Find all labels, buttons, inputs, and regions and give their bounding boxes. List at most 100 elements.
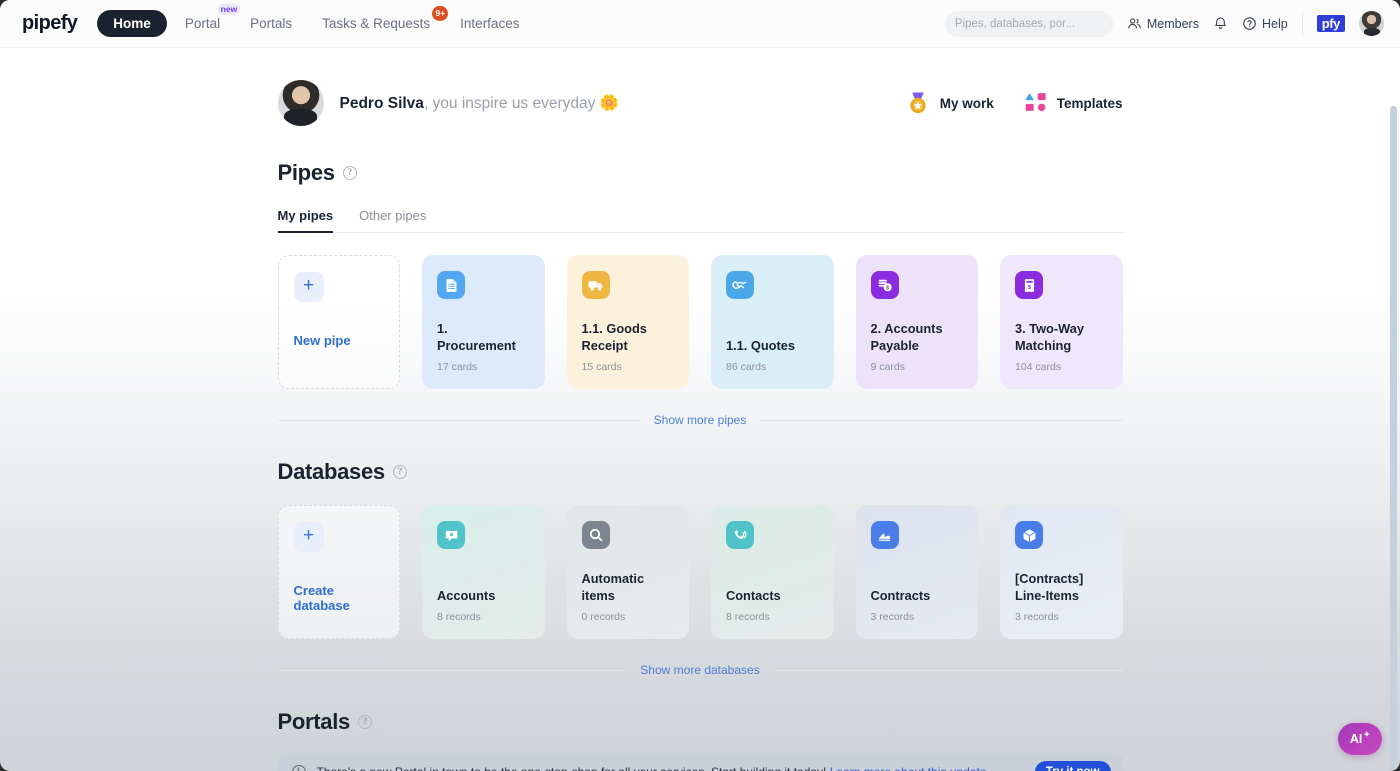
chat-bubble-icon	[437, 521, 465, 549]
nav-item-portal[interactable]: Portal new	[173, 4, 241, 37]
help-button[interactable]: Help	[1242, 16, 1288, 31]
svg-text:$: $	[886, 285, 889, 291]
pipe-card-accounts-payable[interactable]: $ 2. Accounts Payable 9 cards	[855, 255, 978, 389]
database-title: Accounts	[437, 587, 496, 603]
members-icon	[1128, 18, 1141, 29]
help-circle-icon	[1243, 17, 1256, 30]
banner-learn-more-link[interactable]: Learn more about this update.	[830, 765, 990, 771]
pipe-title: 1.1. Quotes	[726, 337, 795, 353]
pipe-card-goods-receipt[interactable]: 1.1. Goods Receipt 15 cards	[566, 255, 689, 389]
database-card-accounts[interactable]: Accounts 8 records	[422, 505, 545, 639]
pipe-count: 15 cards	[581, 361, 622, 373]
database-count: 3 records	[870, 611, 915, 623]
greeting-actions: My work Templates	[905, 90, 1123, 116]
portals-help-icon[interactable]: ?	[357, 715, 372, 729]
content-container: Pedro Silva, you inspire us everyday 🌼 M…	[277, 48, 1123, 771]
database-title: Contracts	[870, 587, 931, 603]
user-avatar[interactable]	[1359, 11, 1384, 36]
nav-label-portal: Portal	[184, 16, 221, 31]
nav-label-interfaces: Interfaces	[460, 16, 520, 31]
new-pipe-label: New pipe	[293, 333, 351, 348]
show-more-databases-link[interactable]: Show more databases	[640, 663, 759, 677]
new-pipe-card[interactable]: + New pipe	[277, 255, 400, 389]
pipe-title: 1.1. Goods Receipt	[581, 321, 647, 353]
tab-other-pipes[interactable]: Other pipes	[359, 208, 426, 232]
pipe-title: 2. Accounts Payable	[870, 321, 943, 353]
pipe-card-procurement[interactable]: 1. Procurement 17 cards	[422, 255, 545, 389]
page-content: Pedro Silva, you inspire us everyday 🌼 M…	[0, 48, 1400, 771]
databases-title: Databases	[277, 459, 386, 484]
invoice-icon: $	[1015, 271, 1043, 299]
nav-item-tasks-requests[interactable]: Tasks & Requests 9+	[310, 6, 449, 37]
search-icon	[581, 521, 610, 549]
portals-title: Portals	[277, 709, 351, 734]
show-more-pipes-link[interactable]: Show more pipes	[654, 413, 747, 427]
bell-icon	[1215, 17, 1226, 29]
help-label: Help	[1261, 16, 1288, 31]
try-it-now-button[interactable]: Try it now	[1034, 761, 1111, 771]
nav-item-home[interactable]: Home	[97, 10, 167, 37]
pipes-tabs: My pipes Other pipes	[277, 208, 1123, 233]
vertical-scrollbar[interactable]	[1390, 106, 1397, 771]
database-card-automatic-items[interactable]: Automatic items 0 records	[566, 505, 689, 639]
pipe-count: 9 cards	[870, 361, 905, 373]
global-search[interactable]	[944, 10, 1113, 37]
new-badge: new	[217, 4, 241, 16]
pipe-card-two-way-matching[interactable]: $ 3. Two-Way Matching 104 cards	[1000, 255, 1123, 389]
pipe-count: 86 cards	[726, 361, 767, 373]
database-count: 0 records	[581, 611, 626, 623]
ai-label: AI	[1349, 732, 1363, 746]
main-nav: Home Portal new Portals Tasks & Requests…	[97, 4, 531, 37]
notifications-button[interactable]	[1213, 16, 1228, 31]
databases-help-icon[interactable]: ?	[392, 465, 407, 479]
toolbar-divider	[1301, 12, 1303, 35]
greeting-row: Pedro Silva, you inspire us everyday 🌼 M…	[277, 72, 1123, 134]
show-more-databases-row: Show more databases	[277, 663, 1123, 677]
create-database-label: Create database	[293, 583, 350, 613]
pipe-card-quotes[interactable]: 1.1. Quotes 86 cards	[711, 255, 834, 389]
templates-button[interactable]: Templates	[1024, 91, 1123, 115]
search-input[interactable]	[954, 17, 1109, 30]
pipes-help-icon[interactable]: ?	[342, 166, 357, 180]
divider-right	[773, 669, 1123, 671]
show-more-pipes-row: Show more pipes	[277, 413, 1123, 427]
document-checklist-icon	[437, 271, 465, 299]
banner-text: There's a new Portal in town to be the o…	[317, 765, 990, 771]
pipe-count: 104 cards	[1015, 361, 1062, 373]
members-button[interactable]: Members	[1127, 16, 1199, 31]
pipefy-logo[interactable]: pipefy	[22, 12, 78, 35]
nav-item-portals[interactable]: Portals	[238, 10, 304, 37]
organization-badge[interactable]: pfy	[1316, 15, 1345, 32]
truck-icon	[581, 271, 610, 299]
database-card-contracts-line-items[interactable]: [Contracts] Line-Items 3 records	[1000, 505, 1123, 639]
members-label: Members	[1146, 16, 1199, 31]
divider-left	[277, 669, 627, 671]
pipe-title: 1. Procurement	[437, 321, 516, 353]
app-window: pipefy Home Portal new Portals Tasks & R…	[0, 0, 1400, 771]
signature-icon	[870, 521, 899, 549]
tab-my-pipes-label: My pipes	[277, 208, 334, 223]
database-card-contracts[interactable]: Contracts 3 records	[855, 505, 978, 639]
database-card-contacts[interactable]: Contacts 8 records	[711, 505, 834, 639]
nav-label-home: Home	[113, 16, 151, 31]
ai-assistant-button[interactable]: AI ✦	[1338, 723, 1382, 755]
create-database-card[interactable]: + Create database	[277, 505, 400, 639]
sparkle-icon: ✦	[1363, 730, 1371, 739]
databases-section-heading: Databases ?	[278, 459, 1123, 485]
templates-label: Templates	[1056, 95, 1123, 111]
templates-grid-icon	[1025, 93, 1046, 112]
top-navigation-bar: pipefy Home Portal new Portals Tasks & R…	[0, 0, 1400, 48]
my-work-button[interactable]: My work	[905, 90, 994, 116]
databases-grid: + Create database Accounts 8 records Aut…	[277, 505, 1123, 639]
plus-icon: +	[293, 522, 324, 552]
greeting-avatar	[277, 80, 324, 126]
database-title: [Contracts] Line-Items	[1015, 571, 1084, 603]
nav-label-portals: Portals	[250, 16, 293, 31]
tab-my-pipes[interactable]: My pipes	[277, 208, 334, 233]
database-title: Automatic items	[581, 571, 645, 603]
database-count: 8 records	[437, 611, 481, 623]
nav-item-interfaces[interactable]: Interfaces	[448, 10, 531, 37]
pipe-count: 17 cards	[437, 361, 478, 373]
info-icon: i	[291, 765, 306, 771]
money-stack-icon: $	[870, 271, 899, 299]
